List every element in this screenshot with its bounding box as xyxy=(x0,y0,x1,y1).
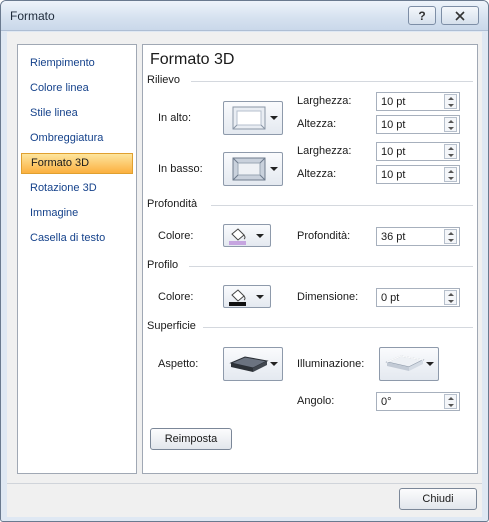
help-icon: ? xyxy=(418,8,426,23)
material-label: Aspetto: xyxy=(158,358,199,370)
material-dropdown[interactable] xyxy=(223,347,283,381)
depth-spinner[interactable]: 36 pt xyxy=(376,227,460,246)
lighting-label: Illuminazione: xyxy=(297,358,365,370)
depth-color-label: Colore: xyxy=(158,230,194,242)
bevel-top-icon xyxy=(232,106,266,130)
footer-divider xyxy=(7,483,482,484)
nav-item-colore-linea[interactable]: Colore linea xyxy=(21,78,133,99)
angle-label: Angolo: xyxy=(297,395,335,407)
bottom-width-value: 10 pt xyxy=(381,146,406,158)
contour-color-label: Colore: xyxy=(158,291,194,303)
lighting-icon xyxy=(385,355,425,371)
page-title: Formato 3D xyxy=(150,51,235,68)
section-divider xyxy=(191,81,473,82)
dialog-title: Formato xyxy=(10,9,55,23)
spinner-arrows-icon[interactable] xyxy=(444,290,457,305)
bottom-height-value: 10 pt xyxy=(381,169,406,181)
section-profondita: Profondità xyxy=(147,198,198,210)
depth-color-dropdown[interactable] xyxy=(223,224,271,247)
contour-size-spinner[interactable]: 0 pt xyxy=(376,288,460,307)
reset-button[interactable]: Reimposta xyxy=(150,428,232,450)
nav-item-stile-linea[interactable]: Stile linea xyxy=(21,103,133,124)
chevron-down-icon xyxy=(256,234,264,238)
close-window-button[interactable] xyxy=(441,6,479,25)
chevron-down-icon xyxy=(270,362,278,366)
section-divider xyxy=(189,266,473,267)
bevel-bottom-dropdown[interactable] xyxy=(223,152,283,186)
angle-spinner[interactable]: 0° xyxy=(376,392,460,411)
nav-item-ombreggiatura[interactable]: Ombreggiatura xyxy=(21,128,133,149)
contour-size-value: 0 pt xyxy=(381,292,400,304)
section-divider xyxy=(203,327,473,328)
nav-item-riempimento[interactable]: Riempimento xyxy=(21,53,133,74)
paint-bucket-icon xyxy=(229,289,246,306)
nav-item-casella-di-testo[interactable]: Casella di testo xyxy=(21,228,133,249)
top-height-spinner[interactable]: 10 pt xyxy=(376,115,460,134)
top-height-label: Altezza: xyxy=(297,118,337,130)
section-divider xyxy=(211,205,473,206)
category-list: Riempimento Colore linea Stile linea Omb… xyxy=(17,44,137,474)
close-icon xyxy=(455,10,465,21)
top-width-spinner[interactable]: 10 pt xyxy=(376,92,460,111)
spinner-arrows-icon[interactable] xyxy=(444,167,457,182)
dialog-client: Riempimento Colore linea Stile linea Omb… xyxy=(7,32,482,517)
section-rilievo: Rilievo xyxy=(147,74,181,86)
chevron-down-icon xyxy=(426,362,434,366)
angle-value: 0° xyxy=(381,396,392,408)
spinner-arrows-icon[interactable] xyxy=(444,94,457,109)
lighting-dropdown[interactable] xyxy=(379,347,439,381)
nav-item-rotazione-3d[interactable]: Rotazione 3D xyxy=(21,178,133,199)
depth-value: 36 pt xyxy=(381,231,406,243)
material-icon xyxy=(229,356,269,372)
bevel-bottom-label: In basso: xyxy=(158,163,203,175)
contour-size-label: Dimensione: xyxy=(297,291,359,303)
chevron-down-icon xyxy=(256,295,264,299)
depth-label: Profondità: xyxy=(297,230,351,242)
format-3d-panel: Formato 3D Rilievo In alto: Larghezza: 1… xyxy=(142,44,478,474)
title-bar: Formato ? xyxy=(1,1,488,31)
spinner-arrows-icon[interactable] xyxy=(444,229,457,244)
bevel-bottom-icon xyxy=(232,157,266,181)
paint-bucket-icon xyxy=(229,228,246,245)
bottom-width-label: Larghezza: xyxy=(297,145,352,157)
top-width-value: 10 pt xyxy=(381,96,406,108)
spinner-arrows-icon[interactable] xyxy=(444,144,457,159)
bevel-top-dropdown[interactable] xyxy=(223,101,283,135)
nav-item-immagine[interactable]: Immagine xyxy=(21,203,133,224)
close-button[interactable]: Chiudi xyxy=(399,488,477,510)
bottom-width-spinner[interactable]: 10 pt xyxy=(376,142,460,161)
bottom-height-label: Altezza: xyxy=(297,168,337,180)
chevron-down-icon xyxy=(270,167,278,171)
chevron-down-icon xyxy=(270,116,278,120)
contour-color-dropdown[interactable] xyxy=(223,285,271,308)
bevel-top-label: In alto: xyxy=(158,112,192,124)
help-button[interactable]: ? xyxy=(408,6,436,25)
bottom-height-spinner[interactable]: 10 pt xyxy=(376,165,460,184)
format-dialog: Formato ? Riempimento Colore linea Stile… xyxy=(0,0,489,522)
top-width-label: Larghezza: xyxy=(297,95,352,107)
top-height-value: 10 pt xyxy=(381,119,406,131)
section-superficie: Superficie xyxy=(147,320,196,332)
spinner-arrows-icon[interactable] xyxy=(444,394,457,409)
section-profilo: Profilo xyxy=(147,259,179,271)
spinner-arrows-icon[interactable] xyxy=(444,117,457,132)
nav-item-formato-3d[interactable]: Formato 3D xyxy=(21,153,133,174)
